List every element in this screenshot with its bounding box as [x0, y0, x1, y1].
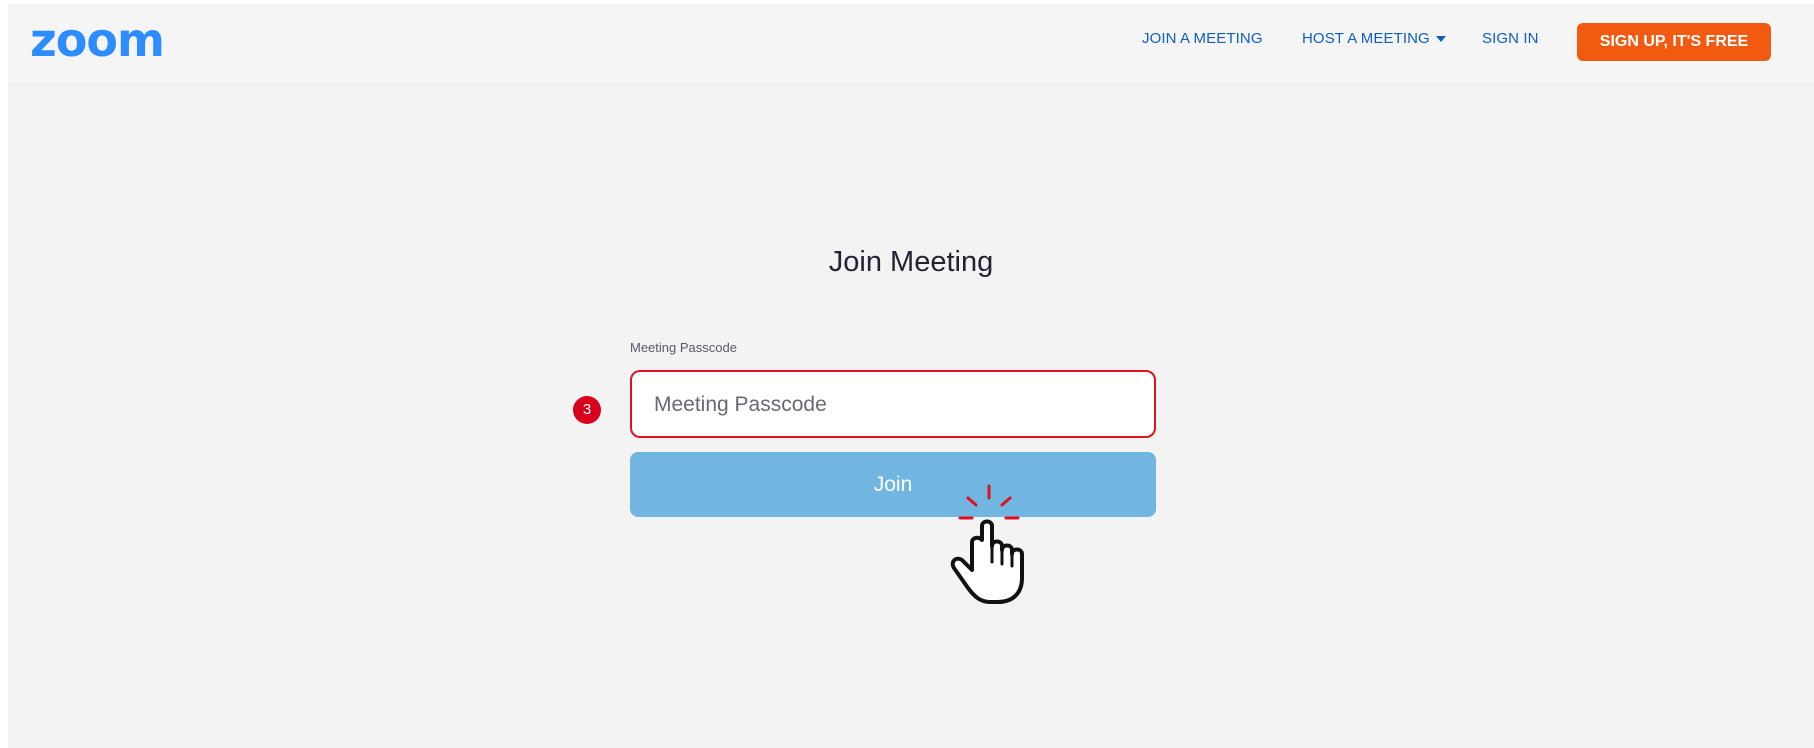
zoom-logo[interactable]: zoom: [30, 12, 165, 68]
passcode-field-highlight: [630, 370, 1156, 438]
top-navigation-bar: zoom JOIN A MEETING HOST A MEETING SIGN …: [8, 4, 1814, 85]
page: zoom JOIN A MEETING HOST A MEETING SIGN …: [8, 4, 1814, 748]
nav-host-a-meeting[interactable]: HOST A MEETING: [1302, 30, 1446, 47]
passcode-label: Meeting Passcode: [630, 340, 737, 355]
nav-join-label: JOIN A MEETING: [1142, 30, 1263, 47]
caret-down-icon: [1435, 36, 1446, 43]
passcode-input[interactable]: [652, 372, 1136, 438]
step-number-badge: 3: [573, 396, 601, 424]
page-title: Join Meeting: [828, 246, 994, 278]
nav-signin-label: SIGN IN: [1482, 30, 1539, 47]
nav-join-a-meeting[interactable]: JOIN A MEETING: [1142, 30, 1263, 47]
nav-sign-in[interactable]: SIGN IN: [1482, 30, 1539, 47]
pointer-hand-icon: [950, 484, 1024, 604]
sign-up-button[interactable]: SIGN UP, IT'S FREE: [1577, 23, 1771, 61]
nav-host-label: HOST A MEETING: [1302, 30, 1430, 47]
join-button[interactable]: Join: [630, 452, 1156, 517]
